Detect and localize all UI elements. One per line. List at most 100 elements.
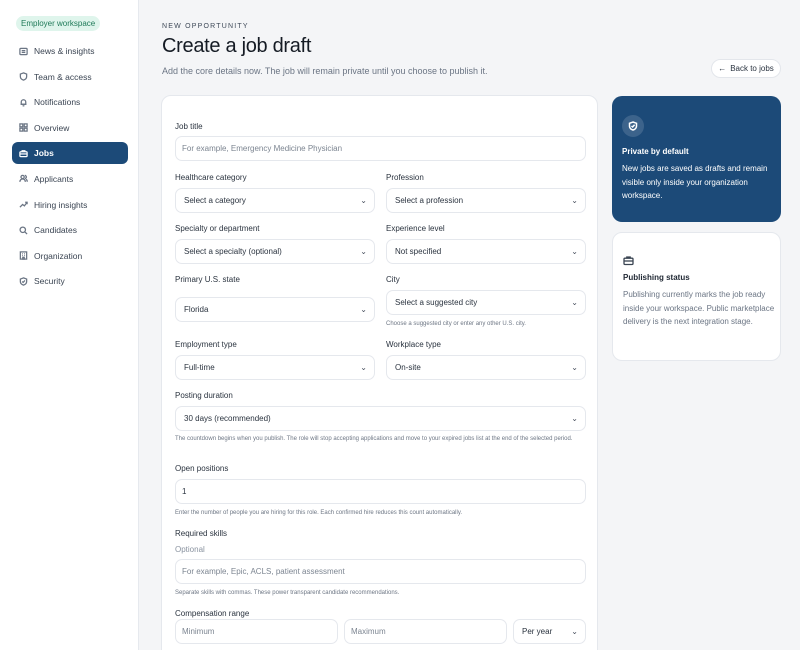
job-title-input[interactable]: For example, Emergency Medicine Physicia… bbox=[175, 136, 586, 161]
city-help: Choose a suggested city or enter any oth… bbox=[386, 321, 526, 327]
sidebar-item-label: Team & access bbox=[34, 71, 92, 82]
private-by-default-card: Private by default New jobs are saved as… bbox=[612, 96, 781, 222]
skills-help: Separate skills with commas. These power… bbox=[175, 590, 400, 596]
duration-label: Posting duration bbox=[175, 391, 233, 400]
chevron-down-icon: ⌄ bbox=[360, 196, 367, 205]
compensation-min-placeholder: Minimum bbox=[182, 627, 215, 636]
specialty-select[interactable]: Select a specialty (optional) ⌄ bbox=[175, 239, 375, 264]
employment-value: Full-time bbox=[184, 363, 215, 372]
sidebar-item-organization[interactable]: Organization bbox=[12, 245, 128, 267]
chevron-down-icon: ⌄ bbox=[571, 414, 578, 423]
sidebar-item-hiring-insights[interactable]: Hiring insights bbox=[12, 194, 128, 216]
sidebar-item-label: Security bbox=[34, 276, 65, 287]
bell-icon bbox=[18, 97, 28, 107]
chevron-down-icon: ⌄ bbox=[360, 363, 367, 372]
grid-icon bbox=[18, 123, 28, 133]
building-icon bbox=[18, 251, 28, 261]
sidebar-item-jobs[interactable]: Jobs bbox=[12, 142, 128, 165]
workplace-label: Workplace type bbox=[386, 340, 441, 349]
sidebar-item-label: Notifications bbox=[34, 97, 81, 108]
city-label: City bbox=[386, 275, 400, 284]
private-card-body: New jobs are saved as drafts and remain … bbox=[622, 164, 768, 200]
category-value: Select a category bbox=[184, 196, 246, 205]
sidebar-item-label: Applicants bbox=[34, 173, 74, 184]
state-select[interactable]: Florida ⌄ bbox=[175, 297, 375, 322]
briefcase-icon bbox=[18, 148, 28, 158]
compensation-label: Compensation range bbox=[175, 609, 250, 618]
eyebrow-label: NEW OPPORTUNITY bbox=[162, 23, 249, 30]
sidebar-item-security[interactable]: Security bbox=[12, 270, 128, 292]
shield-check-icon bbox=[622, 115, 644, 137]
sidebar: Employer workspace News & insights Team … bbox=[0, 0, 139, 650]
skills-input[interactable]: For example, Epic, ACLS, patient assessm… bbox=[175, 559, 586, 584]
experience-label: Experience level bbox=[386, 224, 445, 233]
skills-optional-label: Optional bbox=[175, 545, 205, 554]
sidebar-item-news-insights[interactable]: News & insights bbox=[12, 40, 128, 62]
sidebar-item-overview[interactable]: Overview bbox=[12, 117, 128, 139]
sidebar-item-label: Jobs bbox=[34, 148, 54, 159]
workspace-badge: Employer workspace bbox=[16, 16, 101, 31]
state-label: Primary U.S. state bbox=[175, 275, 240, 284]
skills-placeholder: For example, Epic, ACLS, patient assessm… bbox=[182, 567, 345, 576]
private-card-title: Private by default bbox=[622, 147, 689, 156]
shield-icon bbox=[18, 72, 28, 82]
newspaper-icon bbox=[18, 46, 28, 56]
positions-input[interactable]: 1 bbox=[175, 479, 586, 504]
experience-value: Not specified bbox=[395, 247, 442, 256]
briefcase-icon bbox=[623, 253, 634, 271]
chevron-down-icon: ⌄ bbox=[571, 363, 578, 372]
sidebar-item-label: News & insights bbox=[34, 46, 95, 56]
employment-select[interactable]: Full-time ⌄ bbox=[175, 355, 375, 380]
sidebar-item-label: Candidates bbox=[34, 225, 78, 236]
profession-label: Profession bbox=[386, 173, 424, 182]
status-card-title: Publishing status bbox=[623, 273, 690, 282]
positions-value: 1 bbox=[182, 487, 187, 496]
page-title: Create a job draft bbox=[162, 35, 312, 57]
back-to-jobs-label: Back to jobs bbox=[730, 64, 774, 73]
sidebar-item-label: Hiring insights bbox=[34, 199, 88, 210]
sidebar-item-label: Organization bbox=[34, 250, 83, 261]
arrow-left-icon: ← bbox=[718, 64, 727, 73]
page-subtitle: Add the core details now. The job will r… bbox=[162, 66, 488, 76]
category-select[interactable]: Select a category ⌄ bbox=[175, 188, 375, 213]
compensation-period-value: Per year bbox=[522, 627, 553, 636]
sidebar-item-candidates[interactable]: Candidates bbox=[12, 219, 128, 241]
skills-label: Required skills bbox=[175, 529, 228, 538]
sidebar-item-notifications[interactable]: Notifications bbox=[12, 91, 128, 113]
chevron-down-icon: ⌄ bbox=[360, 305, 367, 314]
compensation-min-input[interactable]: Minimum bbox=[175, 619, 338, 644]
search-icon bbox=[18, 225, 28, 235]
duration-help: The countdown begins when you publish. T… bbox=[175, 436, 573, 442]
sidebar-nav: News & insights Team & access Notificati… bbox=[12, 40, 128, 296]
positions-label: Open positions bbox=[175, 464, 229, 473]
employment-label: Employment type bbox=[175, 340, 237, 349]
users-icon bbox=[18, 174, 28, 184]
publishing-status-card: Publishing status Publishing currently m… bbox=[612, 232, 781, 361]
duration-value: 30 days (recommended) bbox=[184, 414, 271, 423]
specialty-value: Select a specialty (optional) bbox=[184, 247, 282, 256]
state-value: Florida bbox=[184, 305, 209, 314]
back-to-jobs-button[interactable]: ← Back to jobs bbox=[711, 59, 781, 78]
compensation-max-placeholder: Maximum bbox=[351, 627, 386, 636]
profession-select[interactable]: Select a profession ⌄ bbox=[386, 188, 586, 213]
sidebar-item-label: Overview bbox=[34, 122, 70, 133]
job-title-label: Job title bbox=[175, 122, 203, 131]
workplace-value: On-site bbox=[395, 363, 421, 372]
specialty-label: Specialty or department bbox=[175, 224, 260, 233]
compensation-max-input[interactable]: Maximum bbox=[344, 619, 507, 644]
workplace-select[interactable]: On-site ⌄ bbox=[386, 355, 586, 380]
profession-value: Select a profession bbox=[395, 196, 464, 205]
compensation-period-select[interactable]: Per year ⌄ bbox=[513, 619, 586, 644]
duration-select[interactable]: 30 days (recommended) ⌄ bbox=[175, 406, 586, 431]
city-select[interactable]: Select a suggested city ⌄ bbox=[386, 290, 586, 315]
job-title-placeholder: For example, Emergency Medicine Physicia… bbox=[182, 144, 343, 153]
sidebar-item-team-access[interactable]: Team & access bbox=[12, 66, 128, 88]
chevron-down-icon: ⌄ bbox=[571, 627, 578, 636]
chevron-down-icon: ⌄ bbox=[571, 298, 578, 307]
sidebar-item-applicants[interactable]: Applicants bbox=[12, 168, 128, 190]
shield-check-icon bbox=[18, 276, 28, 286]
category-label: Healthcare category bbox=[175, 173, 247, 182]
experience-select[interactable]: Not specified ⌄ bbox=[386, 239, 586, 264]
status-card-body: Publishing currently marks the job ready… bbox=[623, 290, 775, 326]
chevron-down-icon: ⌄ bbox=[360, 247, 367, 256]
